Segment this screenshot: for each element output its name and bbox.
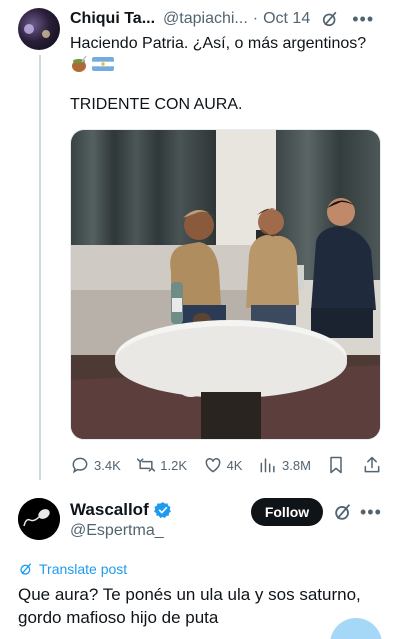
views-button[interactable]: 3.8M: [258, 455, 311, 475]
emoji-row: [70, 56, 114, 72]
grok-icon[interactable]: [320, 9, 340, 29]
like-count: 4K: [226, 457, 243, 473]
reply-button[interactable]: 3.4K: [70, 455, 121, 475]
follow-button[interactable]: Follow: [251, 498, 323, 526]
separator-dot: ·: [252, 10, 259, 27]
reply-count: 3.4K: [94, 457, 121, 473]
share-button[interactable]: [362, 455, 382, 475]
mate-icon: [72, 56, 87, 72]
repost-button[interactable]: 1.2K: [136, 455, 187, 475]
views-chart-icon: [260, 458, 275, 473]
reply-author-name[interactable]: Wascallof: [70, 500, 149, 520]
views-count: 3.8M: [282, 457, 311, 473]
thread-connector-line: [39, 55, 41, 480]
tweet-photo[interactable]: [70, 129, 381, 440]
translate-label: Translate post: [39, 561, 128, 577]
reply-icon: [72, 457, 88, 474]
reply-text: Que aura? Te ponés un ula ula y sos satu…: [18, 585, 361, 627]
reply-header: Wascallof: [70, 500, 172, 520]
author-avatar[interactable]: [18, 8, 60, 50]
translate-post-link[interactable]: Translate post: [18, 561, 127, 577]
author-name[interactable]: Chiqui Ta...: [70, 10, 155, 28]
share-icon: [364, 456, 380, 473]
bookmark-icon: [330, 456, 343, 474]
more-icon[interactable]: •••: [360, 502, 382, 523]
bookmark-button[interactable]: [326, 455, 346, 475]
more-icon[interactable]: •••: [352, 10, 374, 28]
repost-count: 1.2K: [160, 457, 188, 473]
repost-icon: [137, 458, 156, 472]
tweet-header: Chiqui Ta... @tapiachi... · Oct 14 •••: [70, 8, 390, 30]
photo-image: [71, 130, 380, 439]
tweet-actions: 3.4K 1.2K 4K 3.8M: [70, 452, 382, 478]
translate-icon: [20, 563, 32, 575]
grok-icon[interactable]: [332, 501, 354, 523]
sperm-avatar-image: [18, 498, 60, 540]
verified-badge-icon: [153, 502, 171, 518]
tweet-text-line1: Haciendo Patria. ¿Así, o más argentinos?: [70, 35, 367, 52]
heart-icon: [205, 457, 220, 473]
reply-author-handle[interactable]: @Espertma_: [70, 522, 164, 540]
reply-author-avatar[interactable]: [18, 498, 60, 540]
like-button[interactable]: 4K: [203, 455, 243, 475]
argentina-flag-icon: [92, 57, 114, 71]
timestamp[interactable]: Oct 14: [263, 10, 310, 28]
author-handle[interactable]: @tapiachi...: [163, 10, 248, 28]
tweet-text-line2: TRIDENTE CON AURA.: [70, 96, 243, 113]
